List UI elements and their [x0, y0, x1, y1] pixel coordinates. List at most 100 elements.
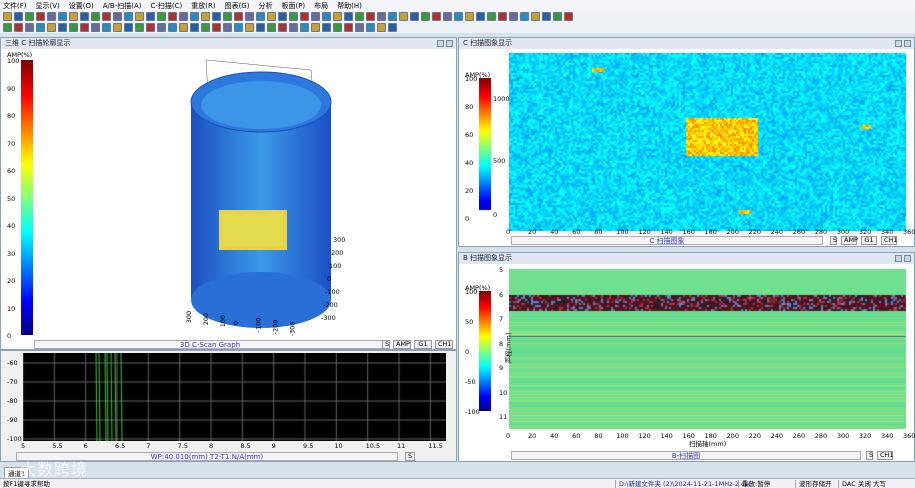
toolbar-button[interactable] [465, 12, 474, 21]
toolbar-button[interactable] [113, 12, 122, 21]
menu-item[interactable]: 显示(V) [36, 1, 60, 11]
menu-item[interactable]: 分析 [258, 1, 272, 11]
ch1-button[interactable]: CH1 [877, 451, 893, 460]
toolbar-button[interactable] [333, 12, 342, 21]
toolbar-button[interactable] [454, 12, 463, 21]
menu-item[interactable]: 图表(G) [225, 1, 250, 11]
toolbar-button[interactable] [256, 23, 265, 32]
menu-item[interactable]: 布局 [314, 1, 328, 11]
minimize-button[interactable] [895, 255, 902, 262]
toolbar-button[interactable] [443, 12, 452, 21]
toolbar-button[interactable] [58, 12, 67, 21]
s-button[interactable]: S [830, 236, 837, 245]
g1-button[interactable]: G1 [861, 236, 877, 245]
toolbar-button[interactable] [245, 23, 254, 32]
toolbar-button[interactable] [377, 23, 386, 32]
toolbar-button[interactable] [36, 12, 45, 21]
toolbar-button[interactable] [234, 23, 243, 32]
toolbar-button[interactable] [520, 12, 529, 21]
toolbar-button[interactable] [344, 12, 353, 21]
toolbar-button[interactable] [25, 23, 34, 32]
toolbar-button[interactable] [179, 23, 188, 32]
toolbar-button[interactable] [113, 23, 122, 32]
toolbar-button[interactable] [14, 12, 23, 21]
menu-item[interactable]: C-扫描(C) [150, 1, 182, 11]
toolbar-button[interactable] [102, 12, 111, 21]
toolbar-button[interactable] [135, 23, 144, 32]
toolbar-button[interactable] [25, 12, 34, 21]
toolbar-button[interactable] [146, 23, 155, 32]
toolbar-button[interactable] [256, 12, 265, 21]
toolbar-button[interactable] [476, 12, 485, 21]
toolbar-button[interactable] [399, 12, 408, 21]
toolbar-button[interactable] [432, 12, 441, 21]
toolbar-button[interactable] [366, 23, 375, 32]
toolbar-button[interactable] [333, 23, 342, 32]
toolbar-button[interactable] [190, 23, 199, 32]
close-button[interactable] [446, 40, 453, 47]
toolbar-button[interactable] [69, 12, 78, 21]
toolbar-button[interactable] [322, 12, 331, 21]
toolbar-button[interactable] [377, 12, 386, 21]
toolbar-button[interactable] [80, 12, 89, 21]
ch1-button[interactable]: CH1 [435, 340, 453, 349]
toolbar-button[interactable] [179, 12, 188, 21]
toolbar-button[interactable] [58, 23, 67, 32]
toolbar-button[interactable] [157, 12, 166, 21]
menu-item[interactable]: 设置(O) [69, 1, 94, 11]
toolbar-button[interactable] [289, 23, 298, 32]
toolbar-button[interactable] [311, 23, 320, 32]
toolbar-button[interactable] [278, 12, 287, 21]
toolbar-button[interactable] [267, 12, 276, 21]
minimize-button[interactable] [895, 40, 902, 47]
toolbar-button[interactable] [146, 12, 155, 21]
toolbar-button[interactable] [542, 12, 551, 21]
s-button[interactable]: S [405, 452, 415, 461]
toolbar-button[interactable] [91, 12, 100, 21]
toolbar-button[interactable] [102, 23, 111, 32]
toolbar-button[interactable] [168, 12, 177, 21]
menu-item[interactable]: 帮助(H) [337, 1, 362, 11]
toolbar-button[interactable] [201, 12, 210, 21]
toolbar-button[interactable] [91, 23, 100, 32]
ch1-button[interactable]: CH1 [881, 236, 897, 245]
toolbar-button[interactable] [36, 23, 45, 32]
toolbar-button[interactable] [509, 12, 518, 21]
toolbar-button[interactable] [344, 23, 353, 32]
toolbar-button[interactable] [355, 12, 364, 21]
toolbar-button[interactable] [421, 12, 430, 21]
toolbar-button[interactable] [300, 12, 309, 21]
toolbar-button[interactable] [47, 12, 56, 21]
minimize-button[interactable] [437, 40, 444, 47]
close-button[interactable] [904, 255, 911, 262]
toolbar-button[interactable] [564, 12, 573, 21]
toolbar-button[interactable] [300, 23, 309, 32]
toolbar-button[interactable] [322, 23, 331, 32]
toolbar-button[interactable] [69, 23, 78, 32]
toolbar-button[interactable] [410, 12, 419, 21]
menu-item[interactable]: 文件(F) [3, 1, 27, 11]
toolbar-button[interactable] [223, 12, 232, 21]
toolbar-button[interactable] [366, 12, 375, 21]
close-button[interactable] [904, 40, 911, 47]
toolbar-button[interactable] [212, 23, 221, 32]
toolbar-button[interactable] [234, 12, 243, 21]
toolbar-button[interactable] [168, 23, 177, 32]
toolbar-button[interactable] [80, 23, 89, 32]
toolbar-button[interactable] [553, 12, 562, 21]
toolbar-button[interactable] [487, 12, 496, 21]
toolbar-button[interactable] [3, 12, 12, 21]
toolbar-button[interactable] [355, 23, 364, 32]
s-button[interactable]: S [382, 340, 390, 349]
toolbar-button[interactable] [388, 23, 397, 32]
toolbar-button[interactable] [124, 12, 133, 21]
toolbar-button[interactable] [201, 23, 210, 32]
toolbar-button[interactable] [124, 23, 133, 32]
toolbar-button[interactable] [311, 12, 320, 21]
toolbar-button[interactable] [388, 12, 397, 21]
amp-button[interactable]: AMP [393, 340, 411, 349]
toolbar-button[interactable] [531, 12, 540, 21]
toolbar-button[interactable] [157, 23, 166, 32]
toolbar-button[interactable] [289, 12, 298, 21]
toolbar-button[interactable] [278, 23, 287, 32]
